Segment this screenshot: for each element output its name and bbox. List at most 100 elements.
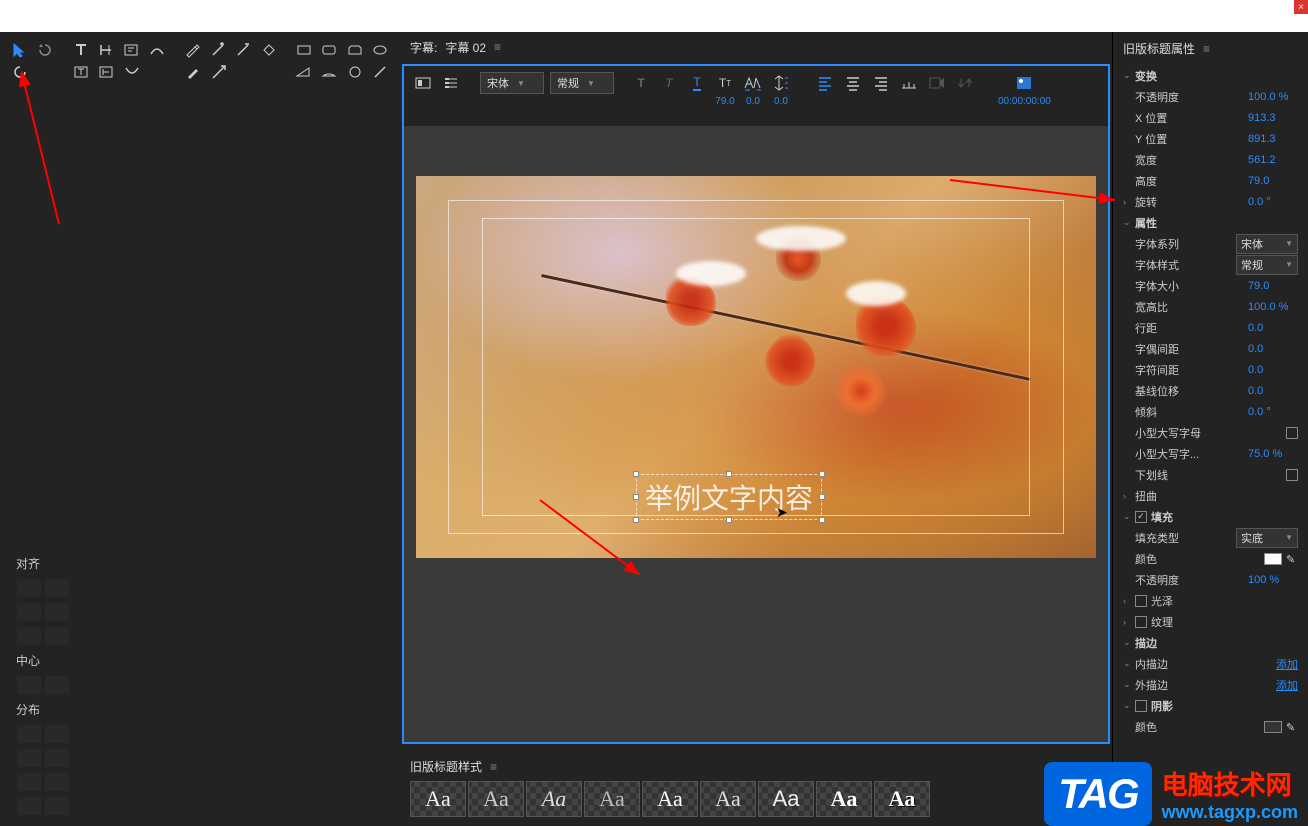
font-size-val[interactable]: 79.0	[1248, 280, 1298, 292]
texture-checkbox[interactable]	[1135, 616, 1147, 628]
style-swatch-9[interactable]: Aa	[874, 781, 930, 817]
eyedropper-icon[interactable]: ✎	[1286, 721, 1298, 733]
arc-tool[interactable]	[317, 62, 341, 82]
resize-handle-nw[interactable]	[633, 471, 639, 477]
delete-anchor-tool[interactable]	[231, 40, 254, 60]
font-family-dropdown[interactable]: 宋体▼	[480, 72, 544, 94]
expand-icon[interactable]: ›	[1123, 491, 1135, 501]
circle-tool[interactable]	[343, 62, 367, 82]
transform-section[interactable]: 变换	[1135, 68, 1298, 84]
fill-opacity-value[interactable]: 100 %	[1248, 574, 1298, 586]
style-swatch-3[interactable]: Aa	[526, 781, 582, 817]
rotation-value[interactable]: 0.0 °	[1248, 196, 1298, 208]
dist-5[interactable]	[17, 773, 41, 791]
kerning-val[interactable]: 0.0	[1248, 343, 1298, 355]
resize-handle-s[interactable]	[726, 517, 732, 523]
text-box-tool[interactable]	[69, 62, 93, 82]
sync-button[interactable]	[954, 72, 976, 94]
texture-label[interactable]: 纹理	[1151, 614, 1298, 630]
close-button[interactable]: ×	[1294, 0, 1308, 14]
ellipse-tool[interactable]	[369, 40, 392, 60]
height-value[interactable]: 79.0	[1248, 175, 1298, 187]
selection-tool[interactable]	[8, 40, 31, 60]
rectangle-tool[interactable]	[292, 40, 315, 60]
style-swatch-5[interactable]: Aa	[642, 781, 698, 817]
align-vcenter-button[interactable]	[17, 627, 41, 645]
font-weight-dropdown[interactable]: 常规▼	[550, 72, 614, 94]
font-size-value[interactable]: 79.0	[715, 96, 734, 107]
path-text-tool[interactable]	[145, 40, 168, 60]
resize-handle-sw[interactable]	[633, 517, 639, 523]
dist-6[interactable]	[45, 773, 69, 791]
collapse-icon[interactable]: ⌄	[1123, 700, 1135, 711]
aspect-value[interactable]: 100.0 %	[1248, 301, 1298, 313]
properties-menu-icon[interactable]: ≡	[1203, 42, 1210, 56]
dist-8[interactable]	[45, 797, 69, 815]
expand-icon[interactable]: ›	[1123, 596, 1135, 606]
panel-menu-icon[interactable]: ≡	[494, 40, 501, 54]
dist-2[interactable]	[45, 725, 69, 743]
stroke-section[interactable]: 描边	[1135, 635, 1298, 651]
smallcaps-size-value[interactable]: 75.0 %	[1248, 448, 1298, 460]
distort-label[interactable]: 扭曲	[1135, 488, 1298, 504]
pen-tool[interactable]	[180, 40, 203, 60]
rounded-rect-tool[interactable]	[318, 40, 341, 60]
styles-panel-menu-icon[interactable]: ≡	[490, 760, 497, 774]
center-v-button[interactable]	[45, 676, 69, 694]
shadow-section[interactable]: 阴影	[1151, 698, 1298, 714]
dist-3[interactable]	[17, 749, 41, 767]
sheen-label[interactable]: 光泽	[1151, 593, 1298, 609]
rotate-tool-alt[interactable]	[8, 62, 32, 82]
preview-canvas[interactable]: 举例文字内容 ➤	[416, 176, 1096, 558]
expand-icon[interactable]: ›	[1123, 197, 1135, 207]
bold-button[interactable]: T	[630, 72, 652, 94]
fill-section[interactable]: 填充	[1151, 509, 1298, 525]
slant-value[interactable]: 0.0 °	[1248, 406, 1298, 418]
smallcaps-checkbox[interactable]	[1286, 427, 1298, 439]
eyedropper-icon[interactable]: ✎	[1286, 553, 1298, 565]
attributes-section[interactable]: 属性	[1135, 215, 1298, 231]
style-swatch-4[interactable]: Aa	[584, 781, 640, 817]
vertical-text-box-tool[interactable]	[95, 62, 119, 82]
kerning-button[interactable]	[742, 72, 764, 94]
shadow-checkbox[interactable]	[1135, 700, 1147, 712]
collapse-icon[interactable]: ⌄	[1123, 658, 1135, 669]
align-center-text[interactable]	[842, 72, 864, 94]
ypos-value[interactable]: 891.3	[1248, 133, 1298, 145]
clipped-rect-tool[interactable]	[343, 40, 366, 60]
underline-button[interactable]: T	[686, 72, 708, 94]
collapse-icon[interactable]: ⌄	[1123, 70, 1135, 81]
collapse-icon[interactable]: ⌄	[1123, 511, 1135, 522]
line-tool[interactable]	[368, 62, 392, 82]
arrow-tool[interactable]	[207, 62, 231, 82]
style-swatch-8[interactable]: Aa	[816, 781, 872, 817]
italic-button[interactable]: T	[658, 72, 680, 94]
align-hcenter-button[interactable]	[45, 627, 69, 645]
outer-stroke-add[interactable]: 添加	[1276, 677, 1298, 693]
font-style-select[interactable]: 常规▼	[1236, 255, 1298, 275]
align-top-button[interactable]	[17, 603, 41, 621]
text-tool[interactable]	[69, 40, 92, 60]
style-swatch-2[interactable]: Aa	[468, 781, 524, 817]
inner-stroke-add[interactable]: 添加	[1276, 656, 1298, 672]
title-type-button[interactable]	[412, 72, 434, 94]
pen-tool-2[interactable]	[181, 62, 205, 82]
style-swatch-1[interactable]: Aa	[410, 781, 466, 817]
font-size-button[interactable]: TT	[714, 72, 736, 94]
align-right-text[interactable]	[870, 72, 892, 94]
vertical-text-tool[interactable]	[94, 40, 117, 60]
align-left-button[interactable]	[17, 579, 41, 597]
width-value[interactable]: 561.2	[1248, 154, 1298, 166]
convert-anchor-tool[interactable]	[257, 40, 280, 60]
rotate-tool[interactable]	[33, 40, 56, 60]
background-button[interactable]	[1013, 72, 1035, 94]
resize-handle-se[interactable]	[819, 517, 825, 523]
align-right-button[interactable]	[45, 579, 69, 597]
dist-4[interactable]	[45, 749, 69, 767]
roll-crawl-button[interactable]	[440, 72, 462, 94]
collapse-icon[interactable]: ⌄	[1123, 637, 1135, 648]
resize-handle-w[interactable]	[633, 494, 639, 500]
style-swatch-7[interactable]: Aa	[758, 781, 814, 817]
line-spacing-value[interactable]: 0.0	[1248, 322, 1298, 334]
shadow-color-swatch[interactable]	[1264, 721, 1282, 733]
